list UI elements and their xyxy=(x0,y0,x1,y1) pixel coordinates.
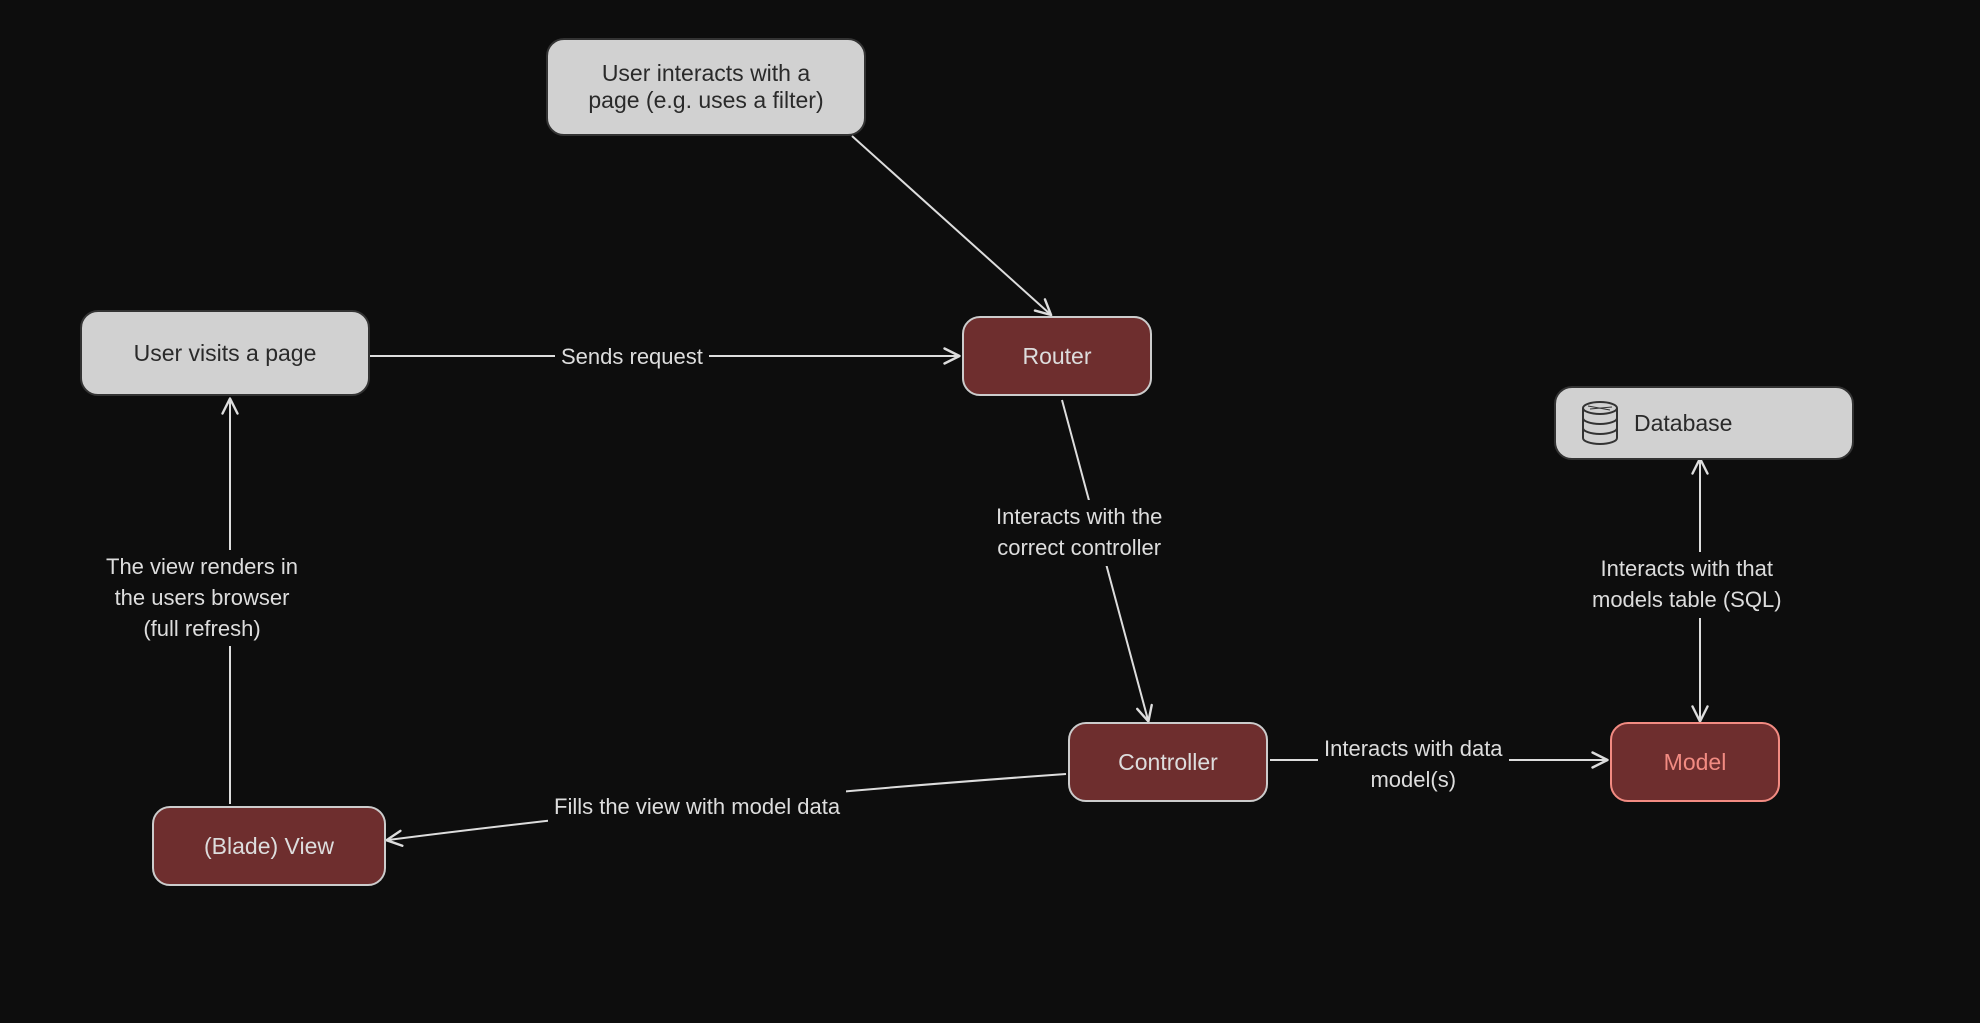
edge-label-model-db: Interacts with that models table (SQL) xyxy=(1586,552,1788,618)
node-user-visits: User visits a page xyxy=(80,310,370,396)
edge-label-controller-model: Interacts with data model(s) xyxy=(1318,732,1509,798)
node-view: (Blade) View xyxy=(152,806,386,886)
node-user-interacts: User interacts with a page (e.g. uses a … xyxy=(546,38,866,136)
edge-label-controller-view: Fills the view with model data xyxy=(548,790,846,825)
node-model: Model xyxy=(1610,722,1780,802)
edge-label-router-controller: Interacts with the correct controller xyxy=(990,500,1168,566)
node-database-label: Database xyxy=(1634,410,1732,437)
node-controller-label: Controller xyxy=(1118,749,1218,776)
diagram-canvas: User visits a page User interacts with a… xyxy=(0,0,1980,1023)
node-router: Router xyxy=(962,316,1152,396)
node-database: Database xyxy=(1554,386,1854,460)
node-user-visits-label: User visits a page xyxy=(134,340,317,367)
database-icon xyxy=(1580,401,1620,445)
node-model-label: Model xyxy=(1664,749,1727,776)
node-user-interacts-label: User interacts with a page (e.g. uses a … xyxy=(588,60,823,114)
node-controller: Controller xyxy=(1068,722,1268,802)
edge-label-view-visits: The view renders in the users browser (f… xyxy=(100,550,304,646)
node-router-label: Router xyxy=(1022,343,1091,370)
node-view-label: (Blade) View xyxy=(204,833,334,860)
edge-label-sends-request: Sends request xyxy=(555,340,709,375)
